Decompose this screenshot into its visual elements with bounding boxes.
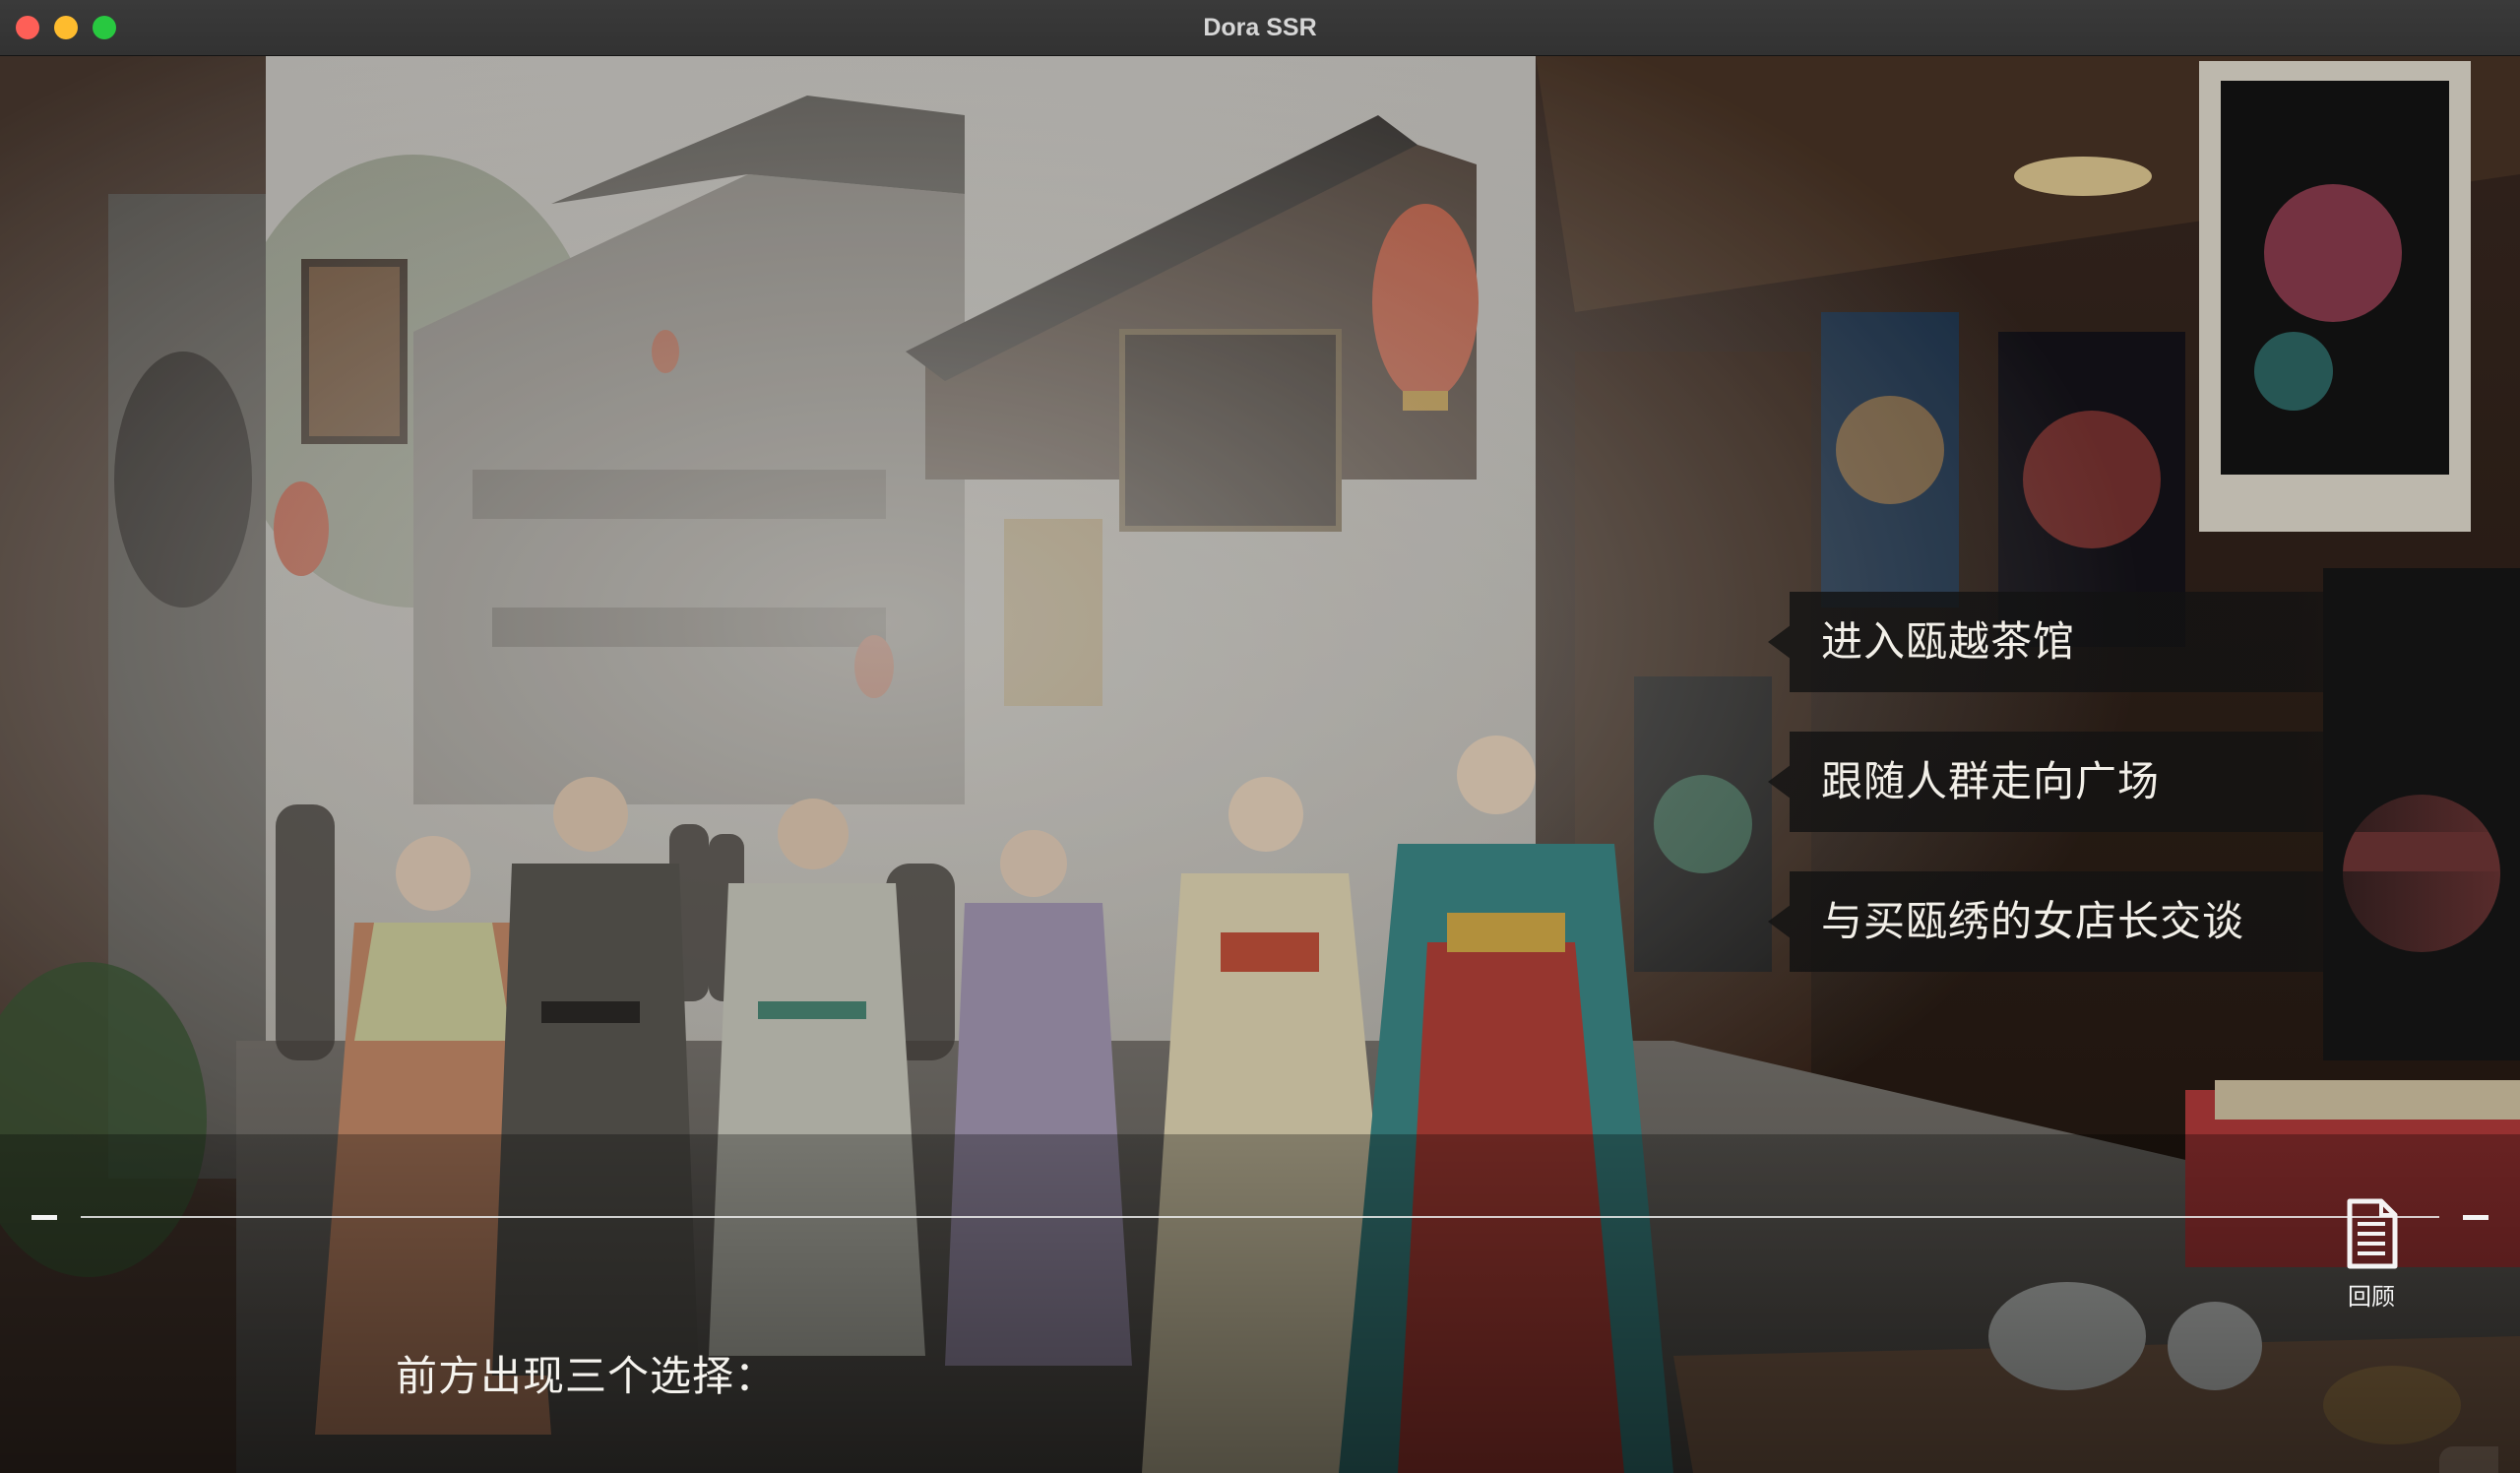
app-window: Dora SSR 进入瓯越茶馆 跟随人群走向广场 与买瓯绣的女店长交谈 前方出现… <box>0 0 2520 1473</box>
dialogue-divider-left-cap <box>32 1215 57 1220</box>
dialogue-divider <box>81 1216 2439 1218</box>
backlog-button[interactable]: 回顾 <box>2327 1198 2416 1326</box>
dialogue-box[interactable]: 前方出现三个选择： <box>0 1134 2520 1473</box>
choice-option-talk-shopkeeper[interactable]: 与买瓯绣的女店长交谈 <box>1768 871 2520 972</box>
dialogue-text: 前方出现三个选择： <box>396 1352 778 1400</box>
choice-label: 进入瓯越茶馆 <box>1821 617 2076 666</box>
document-list-icon <box>2347 1198 2398 1269</box>
corner-handle <box>2439 1446 2498 1473</box>
choice-label: 与买瓯绣的女店长交谈 <box>1821 897 2245 945</box>
backlog-label: 回顾 <box>2348 1283 2395 1311</box>
game-scene[interactable]: 进入瓯越茶馆 跟随人群走向广场 与买瓯绣的女店长交谈 前方出现三个选择： 回顾 <box>0 56 2520 1473</box>
choice-label: 跟随人群走向广场 <box>1821 757 2161 805</box>
dialogue-divider-right-cap <box>2463 1215 2488 1220</box>
title-bar[interactable]: Dora SSR <box>0 0 2520 56</box>
choice-option-follow-crowd[interactable]: 跟随人群走向广场 <box>1768 732 2520 832</box>
choice-option-tea-house[interactable]: 进入瓯越茶馆 <box>1768 592 2520 692</box>
window-title: Dora SSR <box>1203 14 1317 41</box>
